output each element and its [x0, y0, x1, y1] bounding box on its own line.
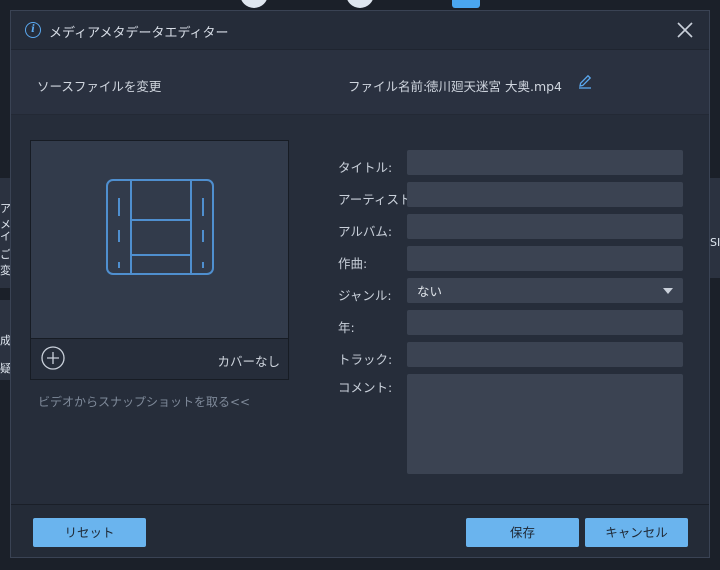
genre-selected-value: ない: [417, 284, 443, 299]
title-label: タイトル:: [338, 160, 393, 175]
background-text: 疑: [0, 362, 10, 375]
background-toolbar-icon: [346, 0, 374, 8]
edit-icon[interactable]: [577, 73, 593, 89]
add-cover-icon[interactable]: [41, 346, 65, 370]
filename-label: ファイル名前:: [348, 79, 428, 94]
album-label: アルバム:: [338, 224, 393, 239]
track-input[interactable]: [407, 342, 683, 367]
cover-art-panel: カバーなし: [30, 140, 289, 380]
artist-label: アーティスト:: [338, 192, 416, 207]
close-icon[interactable]: [675, 20, 695, 40]
reset-button[interactable]: リセット: [33, 518, 146, 547]
take-snapshot-link[interactable]: ビデオからスナップショットを取る<<: [38, 393, 250, 410]
cancel-button[interactable]: キャンセル: [585, 518, 688, 547]
album-input[interactable]: [407, 214, 683, 239]
composer-input[interactable]: [407, 246, 683, 271]
dialog-content: カバーなし ビデオからスナップショットを取る<< タイトル: アーティスト: ア…: [11, 115, 709, 507]
film-icon: [106, 179, 214, 275]
year-label: 年:: [338, 320, 355, 335]
dialog-title: メディアメタデータエディター: [49, 26, 229, 41]
change-source-file-link[interactable]: ソースファイルを変更: [37, 76, 161, 95]
composer-label: 作曲:: [338, 256, 368, 271]
background-text: 成: [0, 334, 10, 347]
artist-input[interactable]: [407, 182, 683, 207]
background-text: イ: [0, 230, 10, 243]
comment-textarea[interactable]: [407, 374, 683, 474]
filename-value: 徳川廻天迷宮 大奥.mp4: [426, 79, 563, 94]
background-text: ご変: [0, 248, 10, 277]
cover-footer: カバーなし: [31, 338, 288, 379]
track-label: トラック:: [338, 352, 393, 367]
background-panel-right: [710, 178, 720, 278]
year-input[interactable]: [407, 310, 683, 335]
background-toolbar-icon: [452, 0, 480, 8]
chevron-down-icon: [663, 287, 673, 294]
dialog-titlebar: i メディアメタデータエディター: [11, 11, 709, 50]
background-text: SII: [710, 236, 720, 249]
background-toolbar-icon: [240, 0, 268, 8]
genre-label: ジャンル:: [338, 288, 392, 303]
cover-none-label: カバーなし: [217, 354, 280, 369]
info-icon: i: [25, 22, 41, 38]
save-button[interactable]: 保存: [466, 518, 579, 547]
media-metadata-editor-dialog: i メディアメタデータエディター ソースファイルを変更 ファイル名前: 徳川廻天…: [10, 10, 710, 558]
dialog-footer: リセット 保存 キャンセル: [11, 504, 709, 557]
genre-select[interactable]: ない: [407, 278, 683, 303]
title-input[interactable]: [407, 150, 683, 175]
comment-label: コメント:: [338, 380, 393, 395]
source-file-row: ソースファイルを変更 ファイル名前: 徳川廻天迷宮 大奥.mp4: [11, 50, 709, 115]
